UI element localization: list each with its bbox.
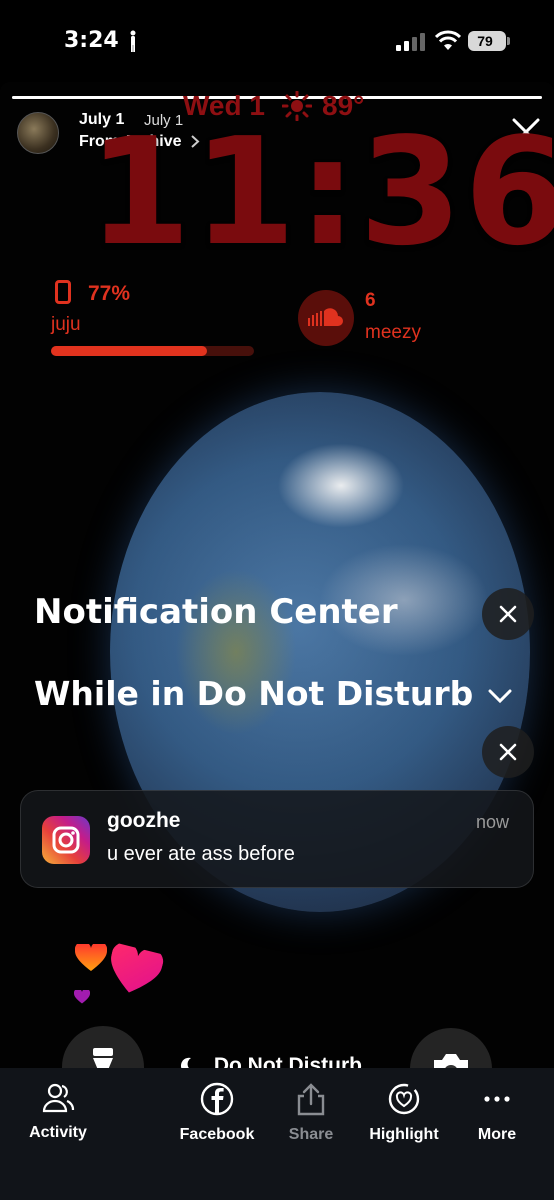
highlight-label: Highlight — [369, 1126, 439, 1143]
share-label: Share — [288, 1126, 334, 1143]
avatar[interactable] — [17, 112, 59, 154]
camera-button — [410, 1028, 492, 1068]
facebook-label: Facebook — [179, 1126, 255, 1143]
lock-time: 11:36 — [88, 106, 554, 278]
notification-sender: goozhe — [107, 809, 181, 832]
notification-message: u ever ate ass before — [107, 843, 295, 865]
widget-battery-bar-fill — [51, 346, 208, 356]
heart-purple-icon — [74, 990, 90, 1004]
camera-icon — [434, 1054, 468, 1068]
battery-level: 79 — [477, 33, 493, 49]
battery-icon: 79 — [468, 31, 506, 51]
moon-icon — [181, 1058, 191, 1068]
clear-dnd-button[interactable] — [482, 726, 534, 778]
chevron-down-icon[interactable] — [486, 682, 514, 710]
share-button[interactable]: Share — [261, 1082, 361, 1144]
story-progress — [12, 96, 542, 99]
walking-person-icon — [130, 30, 136, 52]
facebook-icon — [200, 1082, 234, 1116]
status-time: 3:24 — [64, 28, 119, 53]
widget-battery-name: juju — [51, 314, 81, 335]
instagram-icon — [42, 816, 90, 864]
heart-orange-icon — [75, 944, 107, 971]
battery-cap — [507, 37, 510, 45]
close-icon — [499, 605, 517, 623]
flashlight-button — [62, 1026, 144, 1068]
notification-time: now — [475, 812, 509, 832]
widget-soundcloud-name: meezy — [365, 322, 421, 343]
facebook-button[interactable]: Facebook — [167, 1082, 267, 1144]
soundcloud-icon — [308, 308, 343, 326]
soundcloud-widget — [298, 290, 354, 346]
cellular-signal-icon — [396, 33, 425, 51]
heart-pink-icon — [111, 942, 164, 993]
widget-battery-bar — [51, 346, 254, 356]
dnd-header: While in Do Not Disturb — [34, 674, 474, 713]
flashlight-icon — [93, 1048, 113, 1068]
wifi-icon — [435, 30, 461, 50]
more-dots-icon — [484, 1096, 510, 1102]
more-label: More — [477, 1126, 517, 1143]
highlight-button[interactable]: Highlight — [354, 1082, 454, 1144]
instagram-notification[interactable]: goozhe now u ever ate ass before — [20, 790, 534, 888]
phone-battery-icon — [55, 280, 71, 304]
story-progress-fill — [12, 96, 542, 99]
clear-notifications-button[interactable] — [482, 588, 534, 640]
widget-soundcloud-count: 6 — [365, 290, 376, 311]
story-viewer[interactable]: July 1 July 1 From Archive Wed 1 89° 11:… — [0, 82, 554, 1068]
status-bar: 3:24 79 — [0, 0, 554, 82]
dnd-mode-indicator: Do Not Disturb — [180, 1054, 362, 1068]
widget-battery-percent: 77% — [88, 282, 131, 305]
activity-label: Activity — [29, 1124, 87, 1141]
notification-center-title: Notification Center — [34, 592, 398, 632]
close-icon — [499, 743, 517, 761]
highlight-heart-icon — [388, 1083, 420, 1115]
story-action-bar: Activity Facebook Share Highlight More — [0, 1068, 554, 1200]
dnd-mode-label: Do Not Disturb — [213, 1054, 362, 1068]
more-button[interactable]: More — [447, 1082, 547, 1144]
share-icon — [297, 1083, 325, 1116]
people-icon — [42, 1083, 75, 1113]
activity-button[interactable]: Activity — [8, 1082, 108, 1142]
